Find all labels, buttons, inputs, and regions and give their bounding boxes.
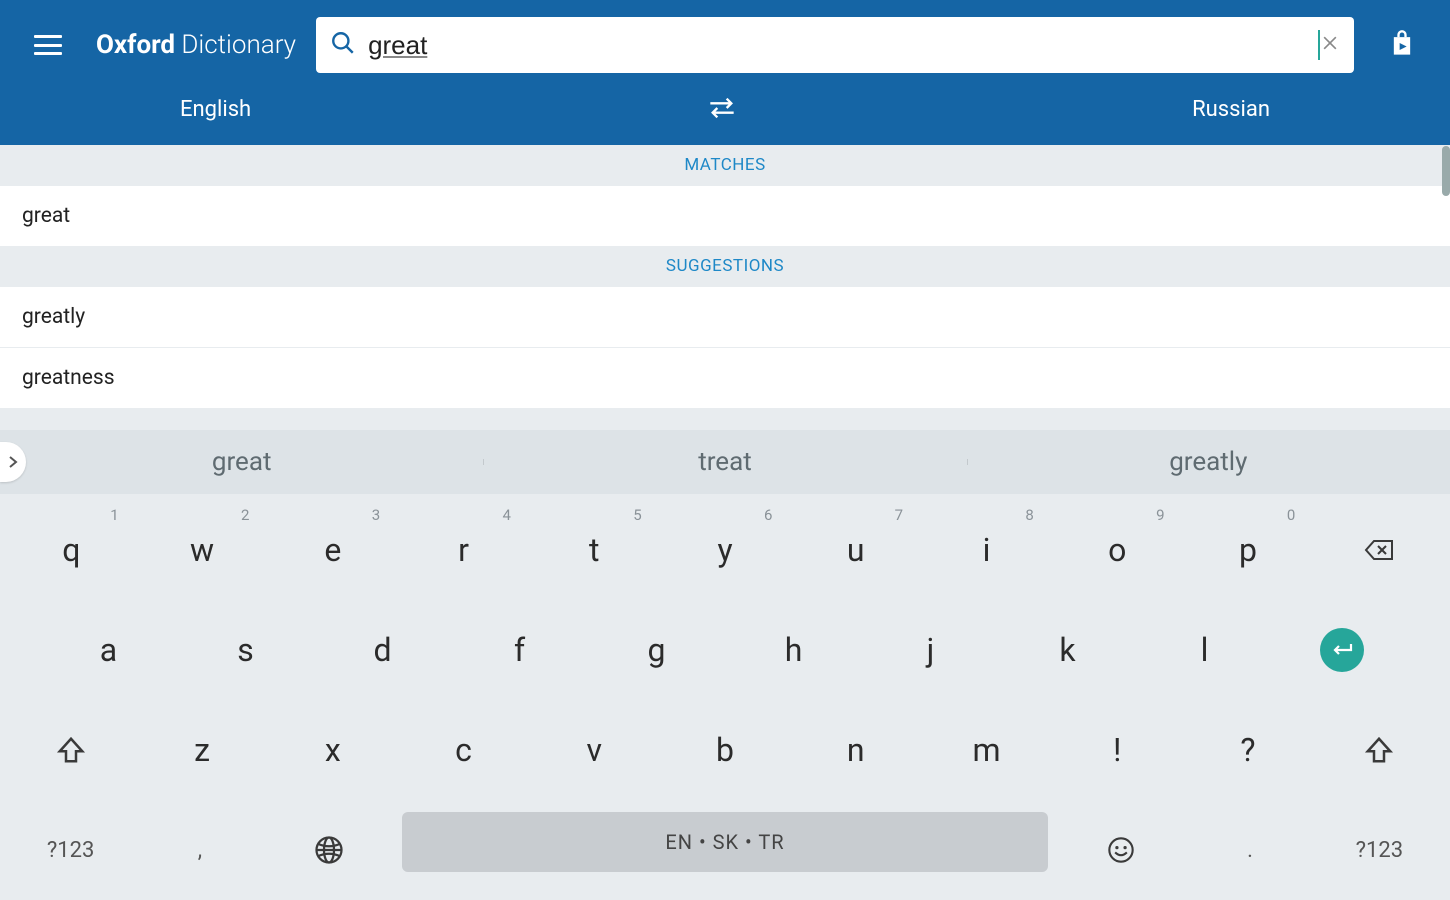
search-field[interactable] bbox=[316, 17, 1354, 73]
key-q[interactable]: q1 bbox=[6, 500, 137, 600]
keyboard-rows: q1 w2 e3 r4 t5 y6 u7 i8 o9 p0 a s d f g … bbox=[0, 494, 1450, 900]
app-header: Oxford Dictionary English Russian bbox=[0, 0, 1450, 145]
key-a[interactable]: a bbox=[40, 600, 177, 700]
on-screen-keyboard: great treat greatly q1 w2 e3 r4 t5 y6 u7… bbox=[0, 430, 1450, 900]
keyboard-row-2: a s d f g h j k l bbox=[0, 600, 1450, 700]
key-period[interactable]: . bbox=[1185, 800, 1314, 900]
matches-header: MATCHES bbox=[0, 145, 1450, 185]
key-m[interactable]: m bbox=[921, 700, 1052, 800]
header-top-bar: Oxford Dictionary bbox=[0, 0, 1450, 90]
key-y[interactable]: y6 bbox=[660, 500, 791, 600]
key-n[interactable]: n bbox=[790, 700, 921, 800]
key-s[interactable]: s bbox=[177, 600, 314, 700]
key-language[interactable] bbox=[265, 800, 394, 900]
key-e[interactable]: e3 bbox=[267, 500, 398, 600]
suggestion-item[interactable]: greatness bbox=[0, 347, 1450, 408]
key-r[interactable]: r4 bbox=[398, 500, 529, 600]
key-k[interactable]: k bbox=[999, 600, 1136, 700]
keyboard-row-3: z x c v b n m ! ? bbox=[0, 700, 1450, 800]
key-x[interactable]: x bbox=[267, 700, 398, 800]
keyboard-suggestion[interactable]: great bbox=[0, 447, 483, 477]
key-z[interactable]: z bbox=[137, 700, 268, 800]
key-question[interactable]: ? bbox=[1183, 700, 1314, 800]
language-bar: English Russian bbox=[0, 90, 1450, 145]
key-w[interactable]: w2 bbox=[137, 500, 268, 600]
key-enter[interactable] bbox=[1273, 600, 1410, 700]
clear-icon[interactable] bbox=[1320, 33, 1340, 57]
suggestion-item[interactable]: greatly bbox=[0, 286, 1450, 347]
swap-languages-icon[interactable] bbox=[708, 97, 736, 123]
key-shift-right[interactable] bbox=[1313, 700, 1444, 800]
key-p[interactable]: p0 bbox=[1183, 500, 1314, 600]
scrollbar-thumb[interactable] bbox=[1442, 146, 1450, 196]
enter-icon bbox=[1320, 628, 1364, 672]
key-b[interactable]: b bbox=[660, 700, 791, 800]
key-symbols-left[interactable]: ?123 bbox=[6, 800, 135, 900]
app-title: Oxford Dictionary bbox=[96, 30, 296, 60]
key-c[interactable]: c bbox=[398, 700, 529, 800]
key-o[interactable]: o9 bbox=[1052, 500, 1183, 600]
keyboard-row-4: ?123 , EN • SK • TR . ?123 bbox=[0, 800, 1450, 900]
key-d[interactable]: d bbox=[314, 600, 451, 700]
search-input[interactable] bbox=[356, 30, 1330, 61]
key-f[interactable]: f bbox=[451, 600, 588, 700]
match-item[interactable]: great bbox=[0, 185, 1450, 246]
key-g[interactable]: g bbox=[588, 600, 725, 700]
key-h[interactable]: h bbox=[725, 600, 862, 700]
key-space[interactable]: EN • SK • TR bbox=[402, 812, 1048, 872]
keyboard-suggestion[interactable]: greatly bbox=[967, 447, 1450, 477]
app-title-bold: Oxford bbox=[96, 30, 175, 60]
key-comma[interactable]: , bbox=[135, 800, 264, 900]
app-title-light: Dictionary bbox=[175, 30, 296, 60]
search-icon bbox=[330, 30, 356, 60]
search-results: MATCHES great SUGGESTIONS greatly greatn… bbox=[0, 145, 1450, 408]
key-emoji[interactable] bbox=[1056, 800, 1185, 900]
key-shift-left[interactable] bbox=[6, 700, 137, 800]
key-j[interactable]: j bbox=[862, 600, 999, 700]
suggestions-header: SUGGESTIONS bbox=[0, 246, 1450, 286]
language-to[interactable]: Russian bbox=[1192, 97, 1270, 122]
key-l[interactable]: l bbox=[1136, 600, 1273, 700]
key-u[interactable]: u7 bbox=[790, 500, 921, 600]
key-i[interactable]: i8 bbox=[921, 500, 1052, 600]
key-symbols-right[interactable]: ?123 bbox=[1315, 800, 1444, 900]
store-icon[interactable] bbox=[1388, 29, 1416, 61]
menu-icon[interactable] bbox=[34, 35, 62, 55]
key-backspace[interactable] bbox=[1313, 500, 1444, 600]
key-exclaim[interactable]: ! bbox=[1052, 700, 1183, 800]
key-v[interactable]: v bbox=[529, 700, 660, 800]
keyboard-row-1: q1 w2 e3 r4 t5 y6 u7 i8 o9 p0 bbox=[0, 500, 1450, 600]
language-from[interactable]: English bbox=[180, 97, 251, 122]
keyboard-suggestion[interactable]: treat bbox=[483, 447, 966, 477]
keyboard-suggestion-bar: great treat greatly bbox=[0, 430, 1450, 494]
key-t[interactable]: t5 bbox=[529, 500, 660, 600]
